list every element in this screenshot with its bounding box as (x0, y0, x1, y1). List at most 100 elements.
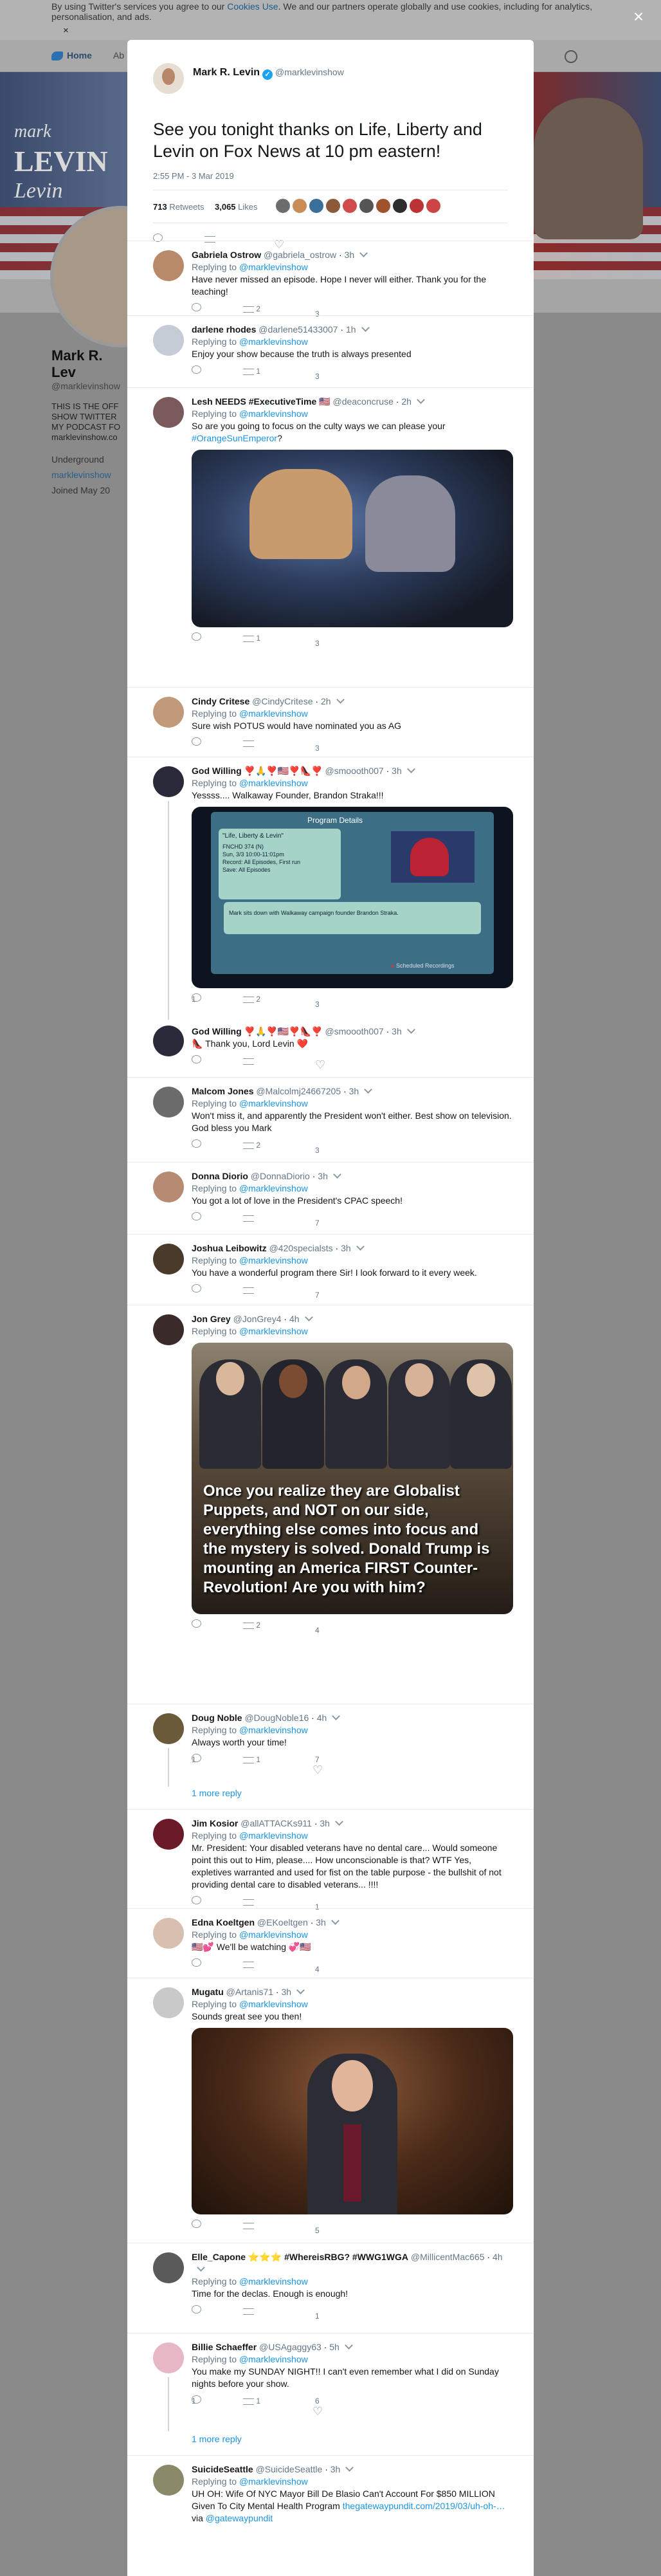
reply-tweet[interactable]: God Willing ❣️🙏❣️🇺🇸❣️👠❣️ @smoooth007 · 3… (127, 1026, 534, 1077)
chevron-down-icon[interactable] (332, 1170, 341, 1179)
reply-icon[interactable] (192, 993, 201, 1002)
chevron-down-icon[interactable] (406, 765, 415, 773)
liker-avatar[interactable] (359, 198, 374, 214)
reply-icon[interactable] (192, 1896, 201, 1904)
chevron-down-icon[interactable] (344, 2341, 353, 2350)
reply-time[interactable]: 1h (346, 324, 356, 335)
reply-avatar[interactable] (153, 1819, 184, 1850)
reply-author-handle[interactable]: @smoooth007 (325, 1026, 383, 1036)
reply-author-handle[interactable]: @darlene51433007 (258, 324, 338, 335)
reply-author-handle[interactable]: @USAgaggy63 (259, 2342, 321, 2352)
reply-tweet[interactable]: Doug Noble @DougNoble16 · 4h Replying to… (127, 1704, 534, 1809)
retweet-icon[interactable] (243, 1899, 254, 1906)
reply-icon[interactable] (192, 737, 201, 746)
reply-avatar[interactable] (153, 1026, 184, 1056)
reply-icon[interactable] (192, 1055, 201, 1063)
reply-avatar[interactable] (153, 250, 184, 281)
reply-time[interactable]: 2h (321, 696, 331, 706)
reply-author-name[interactable]: Malcom Jones (192, 1086, 253, 1096)
reply-author-name[interactable]: SuicideSeattle (192, 2464, 253, 2474)
reply-time[interactable]: 5h (329, 2342, 340, 2352)
liker-avatar[interactable] (392, 198, 408, 214)
reply-author-handle[interactable]: @allATTACKs911 (240, 1818, 312, 1828)
reply-avatar[interactable] (153, 2342, 184, 2373)
chevron-down-icon[interactable] (296, 1986, 305, 1994)
replying-to-link[interactable]: @marklevinshow (239, 708, 308, 719)
reply-author-handle[interactable]: @CindyCritese (252, 696, 312, 706)
chevron-down-icon[interactable] (417, 396, 425, 404)
reply-icon[interactable] (192, 1619, 201, 1628)
cookie-close-icon[interactable]: × (63, 26, 69, 36)
liker-avatar[interactable] (275, 198, 291, 214)
retweet-icon[interactable] (243, 2398, 254, 2405)
reply-author-name[interactable]: Jim Kosior (192, 1818, 238, 1828)
reply-author-name[interactable]: Lesh NEEDS #ExecutiveTime 🇺🇸 (192, 396, 330, 407)
retweet-icon[interactable] (243, 2308, 254, 2315)
cookies-use-link[interactable]: Cookies Use (227, 1, 278, 12)
retweet-icon[interactable] (243, 368, 254, 375)
reply-author-name[interactable]: Gabriela Ostrow (192, 250, 261, 260)
heart-icon[interactable] (315, 1059, 325, 1071)
reply-tweet[interactable]: Billie Schaeffer @USAgaggy63 · 5h Replyi… (127, 2333, 534, 2455)
reply-avatar[interactable] (153, 697, 184, 728)
replying-to-link[interactable]: @marklevinshow (239, 1929, 308, 1940)
reply-icon[interactable] (192, 632, 201, 641)
retweet-icon[interactable] (243, 1961, 254, 1968)
reply-icon[interactable] (192, 2305, 201, 2314)
reply-tweet[interactable]: Edna Koeltgen @EKoeltgen · 3h Replying t… (127, 1908, 534, 1978)
replying-to-link[interactable]: @marklevinshow (239, 2276, 308, 2286)
replying-to-link[interactable]: @marklevinshow (239, 778, 308, 788)
reply-author-name[interactable]: Mugatu (192, 1987, 224, 1997)
liker-avatar[interactable] (342, 198, 358, 214)
reply-author-name[interactable]: Doug Noble (192, 1713, 242, 1723)
reply-author-handle[interactable]: @420specialsts (269, 1243, 333, 1253)
chevron-down-icon[interactable] (364, 1085, 373, 1094)
replying-to-link[interactable]: @marklevinshow (239, 409, 308, 419)
retweet-icon[interactable] (243, 740, 254, 747)
replying-to-link[interactable]: @marklevinshow (239, 2354, 308, 2364)
reply-icon[interactable] (192, 1754, 201, 1762)
reply-tweet[interactable]: SuicideSeattle @SuicideSeattle · 3h Repl… (127, 2455, 534, 2576)
reply-avatar[interactable] (153, 2252, 184, 2283)
author-avatar[interactable] (153, 63, 184, 94)
reply-image[interactable]: Once you realize they are Globalist Pupp… (192, 1343, 513, 1614)
reply-avatar[interactable] (153, 1713, 184, 1744)
retweet-icon[interactable] (243, 1215, 254, 1222)
author-name-row[interactable]: Mark R. Levin ✓ @marklevinshow (193, 67, 344, 80)
reply-image[interactable]: Program Details "Life, Liberty & Levin" … (192, 807, 513, 988)
reply-icon[interactable] (192, 2220, 201, 2228)
reply-author-name[interactable]: Edna Koeltgen (192, 1917, 255, 1927)
main-tweet-timestamp[interactable]: 2:55 PM - 3 Mar 2019 (153, 171, 508, 181)
reply-author-name[interactable]: Donna Diorio (192, 1171, 248, 1181)
reply-time[interactable]: 3h (316, 1917, 326, 1927)
reply-tweet[interactable]: God Willing ❣️🙏❣️🇺🇸❣️👠❣️ @smoooth007 · 3… (127, 757, 534, 1026)
reply-time[interactable]: 4h (493, 2252, 503, 2262)
heart-icon[interactable] (312, 2406, 323, 2418)
reply-author-name[interactable]: Joshua Leibowitz (192, 1243, 267, 1253)
reply-avatar[interactable] (153, 1172, 184, 1202)
reply-time[interactable]: 4h (289, 1314, 300, 1324)
chevron-down-icon[interactable] (361, 324, 370, 332)
reply-tweet[interactable]: Elle_Capone ⭐⭐⭐ #WhereisRBG? #WWG1WGA @M… (127, 2243, 534, 2333)
reply-icon[interactable] (192, 1139, 201, 1148)
reply-icon[interactable] (192, 365, 201, 374)
reply-avatar[interactable] (153, 1244, 184, 1274)
chevron-down-icon[interactable] (304, 1313, 313, 1321)
reply-author-handle[interactable]: @deaconcruse (332, 396, 393, 407)
reply-time[interactable]: 3h (349, 1086, 359, 1096)
modal-close-icon[interactable]: × (629, 8, 648, 27)
reply-time[interactable]: 3h (392, 766, 402, 776)
retweet-icon[interactable] (243, 996, 254, 1003)
retweet-icon[interactable] (243, 1756, 254, 1763)
liker-avatar[interactable] (309, 198, 324, 214)
reply-image[interactable] (192, 2028, 513, 2214)
reply-author-name[interactable]: Cindy Critese (192, 696, 249, 706)
likes-stat[interactable]: 3,065 Likes (215, 202, 258, 212)
reply-author-name[interactable]: Billie Schaeffer (192, 2342, 257, 2352)
reply-icon[interactable] (192, 1284, 201, 1293)
reply-author-name[interactable]: God Willing ❣️🙏❣️🇺🇸❣️👠❣️ (192, 1026, 323, 1036)
reply-icon[interactable] (192, 1212, 201, 1220)
reply-tweet[interactable]: Jim Kosior @allATTACKs911 · 3h Replying … (127, 1809, 534, 1911)
reply-image[interactable] (192, 450, 513, 627)
heart-icon[interactable] (312, 1764, 323, 1776)
